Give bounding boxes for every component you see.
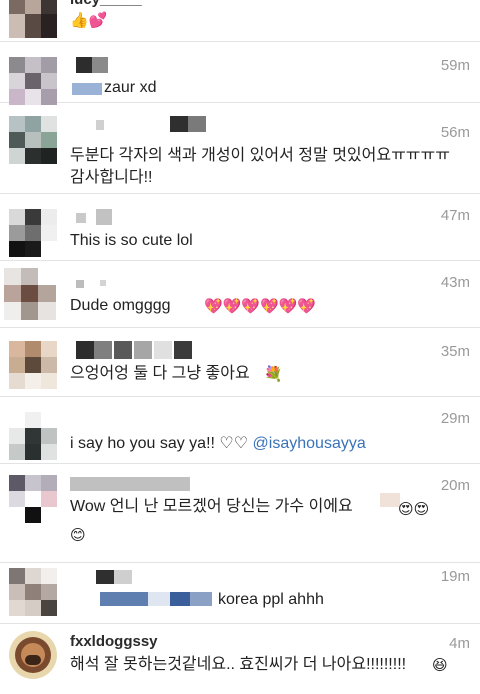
avatar[interactable] [9, 116, 57, 164]
mention-blurred [72, 83, 102, 95]
timestamp: 35m [440, 343, 470, 360]
comment-row: 43m Dude omgggg 💖💖💖💖💖💖 [0, 262, 480, 328]
smile-emoji: 😊 [70, 526, 86, 544]
avatar[interactable] [9, 412, 57, 460]
avatar[interactable] [9, 631, 57, 679]
comment-text: korea ppl ahhh [218, 591, 324, 608]
timestamp: 29m [440, 410, 470, 427]
timestamp: 4m [449, 635, 470, 652]
heart-emojis: 💖💖💖💖💖💖 [204, 297, 317, 315]
comment-text: 해석 잘 못하는것같네요.. 효진씨가 더 나아요!!!!!!!!! [70, 656, 407, 673]
avatar[interactable] [9, 475, 57, 523]
avatar[interactable] [9, 341, 57, 389]
comment-row: 56m 두분다 각자의 색과 개성이 있어서 정말 멋있어요ㅠㅠㅠㅠ 감사합니다… [0, 104, 480, 194]
comment-row: 59m zaur xd [0, 43, 480, 105]
timestamp: 59m [440, 57, 470, 74]
mention-blurred [148, 592, 170, 606]
comment-row: 29m i say ho you say ya!! ♡♡ @isayhousay… [0, 398, 480, 464]
avatar[interactable] [9, 568, 57, 616]
comment-row: lucy_____ 👍💕 [0, 0, 480, 42]
bouquet-emoji: 💐 [264, 365, 283, 383]
avatar[interactable] [9, 209, 57, 257]
comment-text: i say ho you say ya!! ♡♡ @isayhousayya [70, 432, 468, 456]
avatar[interactable] [9, 57, 57, 105]
mention-blurred [170, 592, 190, 606]
comment-text-line2: 감사합니다!! [70, 169, 153, 186]
comment-text: 👍💕 [70, 11, 108, 29]
comment-row: 19m korea ppl ahhh [0, 564, 480, 624]
avatar[interactable] [9, 0, 57, 38]
comment-row: fxxldoggssy 4m 해석 잘 못하는것같네요.. 효진씨가 더 나아요… [0, 625, 480, 694]
timestamp: 47m [440, 207, 470, 224]
comment-text: zaur xd [104, 79, 157, 96]
heart-eyes-emojis: 😍😍 [398, 500, 430, 518]
comment-text: 두분다 각자의 색과 개성이 있어서 정말 멋있어요ㅠㅠㅠㅠ [70, 147, 450, 164]
comment-row: 35m 으엉어엉 둘 다 그냥 좋아요 💐 [0, 329, 480, 397]
blur-patch [380, 493, 400, 507]
comment-row: 47m This is so cute lol [0, 195, 480, 261]
timestamp: 19m [440, 568, 470, 585]
avatar[interactable] [4, 268, 56, 320]
mention-blurred [190, 592, 212, 606]
comment-row: 20m Wow 언니 난 모르겠어 당신는 가수 이에요 😍😍 😊 [0, 465, 480, 563]
comment-text: This is so cute lol [70, 232, 193, 249]
comment-body: i say ho you say ya!! ♡♡ [70, 435, 253, 452]
username[interactable]: lucy_____ [70, 0, 142, 8]
timestamp: 20m [440, 477, 470, 494]
mention-blurred [100, 592, 148, 606]
username[interactable]: fxxldoggssy [70, 633, 158, 650]
mention-link[interactable]: @isayhousayya [253, 435, 366, 452]
laughing-emoji: 😆 [432, 656, 448, 674]
timestamp: 56m [440, 124, 470, 141]
timestamp: 43m [440, 274, 470, 291]
